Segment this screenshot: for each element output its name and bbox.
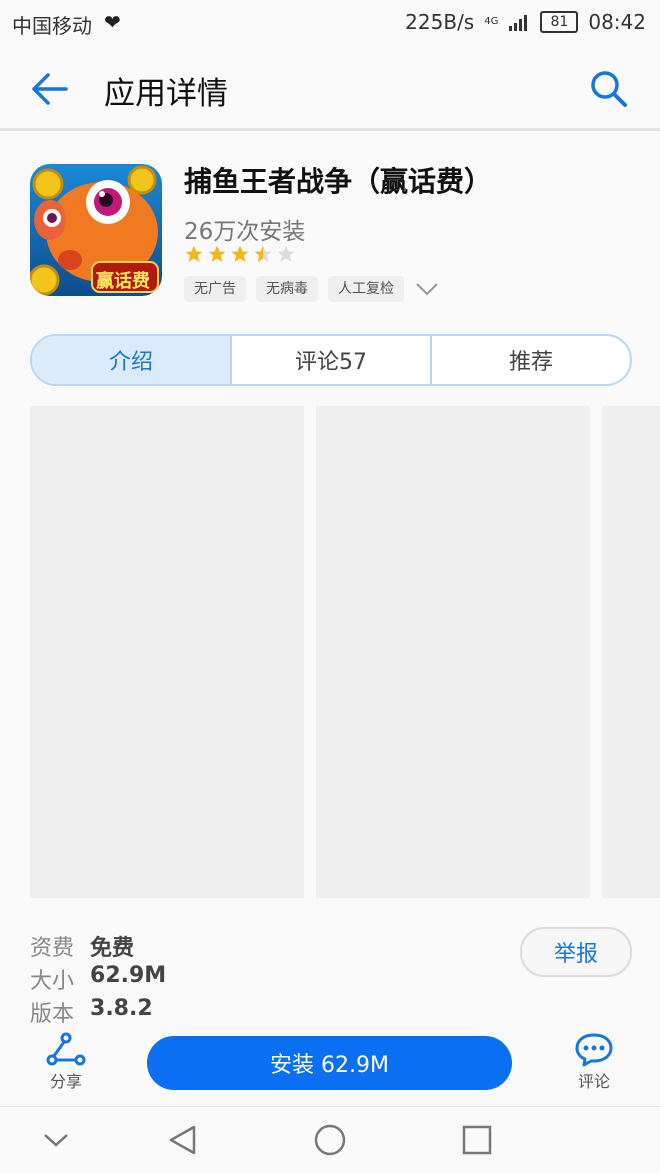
app-name: 捕鱼王者战争（赢话费） [184,165,493,198]
rating-stars [184,244,296,264]
install-count: 26万次安装 [184,219,306,245]
install-button[interactable]: 安装 62.9M [147,1036,512,1090]
tag-no-ads: 无广告 [184,276,246,302]
search-icon[interactable] [590,70,628,108]
share-icon [46,1032,86,1066]
screenshot-2[interactable] [316,406,590,898]
tag-no-virus: 无病毒 [256,276,318,302]
app-icon: 赢话费 [30,164,162,296]
star-empty-icon [277,245,295,262]
carrier-name: 中国移动 [12,14,92,38]
battery-icon: 81 [540,11,579,33]
star-icon [231,245,249,262]
share-button[interactable]: 分享 [36,1032,96,1092]
signal-icon [509,15,528,31]
app-header: 应用详情 [0,46,660,130]
tab-bar: 介绍 评论57 推荐 [30,334,632,386]
tab-recommend[interactable]: 推荐 [430,336,630,384]
star-icon [208,245,226,262]
report-button[interactable]: 举报 [520,927,632,977]
chevron-down-icon[interactable] [414,281,440,297]
screenshot-1[interactable] [30,406,304,898]
comment-button[interactable]: 评论 [564,1032,624,1092]
tag-manual-check: 人工复检 [328,276,404,302]
size-value: 62.9M [90,963,167,988]
share-label: 分享 [49,1072,82,1091]
tab-intro[interactable]: 介绍 [32,336,230,384]
price-label: 资费 [30,936,75,961]
icon-badge-text: 赢话费 [96,271,150,292]
size-label: 大小 [30,969,75,994]
clock: 08:42 [588,10,646,34]
system-nav-bar [0,1106,660,1174]
chevron-down-icon[interactable] [42,1131,70,1149]
header-divider [0,128,660,131]
arrow-left-icon[interactable] [30,72,70,106]
home-circle-icon[interactable] [313,1123,347,1157]
screenshot-3[interactable] [602,406,660,898]
comment-label: 评论 [577,1072,610,1091]
star-half-icon [254,245,272,262]
heart-icon: ❤ [104,10,121,34]
back-triangle-icon[interactable] [166,1123,200,1157]
recent-apps-icon[interactable] [460,1123,494,1157]
star-icon [185,245,203,262]
detail-size: 大小 62.9M [30,963,166,995]
comment-icon [575,1033,613,1067]
status-bar: 中国移动 ❤ 225B/s 4G 81 08:42 [0,0,660,46]
status-right: 225B/s 4G 81 08:42 [405,10,646,34]
app-tags: 无广告 无病毒 人工复检 [184,276,440,302]
tab-comments[interactable]: 评论57 [230,336,430,384]
page-title: 应用详情 [104,76,228,112]
network-type: 4G [484,16,499,27]
network-speed: 225B/s [405,10,475,34]
price-value: 免费 [90,936,135,961]
detail-price: 资费 免费 [30,930,134,962]
